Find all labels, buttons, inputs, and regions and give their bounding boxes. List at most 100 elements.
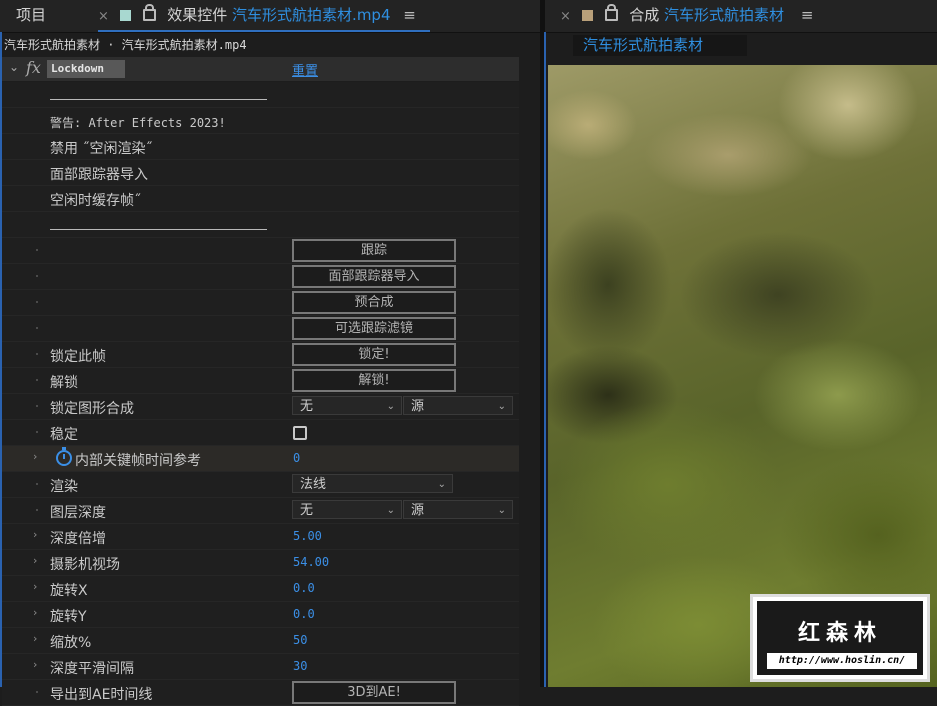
- param-label: 缩放%: [50, 635, 92, 651]
- lock-icon[interactable]: [605, 4, 619, 21]
- lock-shape-select-2[interactable]: 源 ⌄: [403, 396, 513, 415]
- param-row: 锁定此帧 锁定!: [2, 342, 519, 368]
- chevron-down-icon: ⌄: [497, 505, 506, 516]
- chevron-right-icon[interactable]: ›: [33, 528, 37, 541]
- param-row: 解锁 解锁!: [2, 368, 519, 394]
- chevron-right-icon[interactable]: ›: [33, 450, 37, 463]
- info-row: 面部跟踪器导入: [2, 160, 519, 186]
- param-value[interactable]: 30: [293, 659, 307, 673]
- optional-track-filter-button[interactable]: 可选跟踪滤镜: [292, 317, 456, 340]
- select-value: 源: [411, 399, 425, 414]
- param-value[interactable]: 54.00: [293, 555, 329, 569]
- select-value: 无: [300, 503, 314, 518]
- track-button[interactable]: 跟踪: [292, 239, 456, 262]
- lock-button[interactable]: 锁定!: [292, 343, 456, 366]
- chevron-down-icon: ⌄: [386, 505, 395, 516]
- param-value[interactable]: 0.0: [293, 607, 315, 621]
- effect-header: ⌄ fx Lockdown 重置: [2, 57, 519, 81]
- info-row: 警告: After Effects 2023!: [2, 108, 519, 134]
- param-label: 摄影机视场: [50, 557, 120, 573]
- chevron-right-icon[interactable]: ›: [33, 606, 37, 619]
- lock-shape-select-1[interactable]: 无 ⌄: [292, 396, 402, 415]
- panel-menu-icon[interactable]: ≡: [403, 6, 416, 24]
- info-text: 警告: After Effects 2023!: [50, 116, 226, 130]
- param-value[interactable]: 0.0: [293, 581, 315, 595]
- stabilize-checkbox[interactable]: [293, 426, 307, 440]
- param-label: 渲染: [50, 479, 78, 495]
- tab-effect-controls-label: 效果控件: [167, 6, 228, 24]
- param-row: 可选跟踪滤镜: [2, 316, 519, 342]
- separator-line: [50, 229, 267, 230]
- param-value[interactable]: 0: [293, 451, 300, 465]
- param-row: 导出到AE时间线 3D到AE!: [2, 680, 519, 706]
- close-icon[interactable]: ×: [98, 9, 109, 24]
- param-label: 锁定此帧: [50, 349, 106, 365]
- comp-name: 汽车形式航拍素材: [664, 6, 785, 24]
- layer-depth-select-2[interactable]: 源 ⌄: [403, 500, 513, 519]
- param-label: 图层深度: [50, 505, 106, 521]
- param-label: 旋转X: [50, 583, 88, 599]
- tab-project[interactable]: 项目: [16, 0, 46, 32]
- param-row: › 摄影机视场 54.00: [2, 550, 519, 576]
- unlock-button[interactable]: 解锁!: [292, 369, 456, 392]
- fx-toggle-icon[interactable]: fx: [26, 58, 41, 77]
- param-label: 稳定: [50, 427, 78, 443]
- info-row: 禁用 ˝空闲渲染˝: [2, 134, 519, 160]
- info-text: 禁用 ˝空闲渲染˝: [50, 141, 153, 157]
- param-row: › 旋转Y 0.0: [2, 602, 519, 628]
- chevron-right-icon[interactable]: ›: [33, 580, 37, 593]
- param-row: › 内部关键帧时间参考 0: [2, 446, 519, 472]
- info-text: 面部跟踪器导入: [50, 167, 148, 183]
- chevron-down-icon: ⌄: [386, 401, 395, 412]
- tab-effect-controls[interactable]: × 效果控件 汽车形式航拍素材.mp4 ≡: [98, 0, 416, 32]
- chevron-down-icon: ⌄: [437, 479, 446, 490]
- panel-menu-icon[interactable]: ≡: [801, 6, 814, 24]
- separator-row: [2, 212, 519, 238]
- watermark-brand: 红森林: [797, 621, 882, 646]
- param-label: 解锁: [50, 375, 78, 391]
- breadcrumb: 汽车形式航拍素材 · 汽车形式航拍素材.mp4: [4, 38, 247, 52]
- param-label: 旋转Y: [50, 609, 87, 625]
- label-color-swatch-icon: [119, 10, 131, 21]
- face-tracker-import-button[interactable]: 面部跟踪器导入: [292, 265, 456, 288]
- separator-row: [2, 82, 519, 108]
- precompose-button[interactable]: 预合成: [292, 291, 456, 314]
- lock-icon[interactable]: [143, 4, 157, 21]
- export-3d-button[interactable]: 3D到AE!: [292, 681, 456, 704]
- chevron-right-icon[interactable]: ›: [33, 632, 37, 645]
- param-row: › 深度平滑间隔 30: [2, 654, 519, 680]
- param-row: 稳定: [2, 420, 519, 446]
- chevron-down-icon[interactable]: ⌄: [9, 60, 19, 74]
- active-tab-indicator: [98, 30, 430, 32]
- chevron-right-icon[interactable]: ›: [33, 554, 37, 567]
- chevron-right-icon[interactable]: ›: [33, 658, 37, 671]
- param-row: 面部跟踪器导入: [2, 264, 519, 290]
- effects-panel-tabbar: 项目 × 效果控件 汽车形式航拍素材.mp4 ≡: [0, 0, 540, 33]
- render-select[interactable]: 法线 ⌄: [292, 474, 453, 493]
- close-icon[interactable]: ×: [560, 9, 571, 24]
- tab-project-label: 项目: [16, 6, 47, 24]
- select-value: 法线: [300, 477, 327, 492]
- param-row: › 深度倍增 5.00: [2, 524, 519, 550]
- param-row: 预合成: [2, 290, 519, 316]
- param-label: 深度平滑间隔: [50, 661, 134, 677]
- watermark-url: http://www.hoslin.cn/: [767, 653, 917, 669]
- tab-composition-label: 合成: [629, 6, 660, 24]
- param-label: 锁定图形合成: [50, 401, 134, 417]
- comp-name-tab[interactable]: 汽车形式航拍素材: [573, 35, 747, 56]
- watermark-logo: 红森林 http://www.hoslin.cn/: [750, 594, 930, 682]
- param-label: 内部关键帧时间参考: [75, 453, 201, 469]
- info-text: 空闲时缓存帧˝: [50, 193, 141, 209]
- stopwatch-icon[interactable]: [56, 447, 72, 466]
- panel-focus-border: [544, 32, 546, 687]
- chevron-down-icon: ⌄: [497, 401, 506, 412]
- layer-depth-select-1[interactable]: 无 ⌄: [292, 500, 402, 519]
- param-row: › 缩放% 50: [2, 628, 519, 654]
- clip-name: 汽车形式航拍素材.mp4: [232, 6, 391, 24]
- param-value[interactable]: 5.00: [293, 529, 322, 543]
- effect-name[interactable]: Lockdown: [47, 60, 125, 78]
- reset-link[interactable]: 重置: [292, 60, 318, 79]
- tab-composition[interactable]: × 合成 汽车形式航拍素材 ≡: [560, 0, 813, 32]
- select-value: 无: [300, 399, 314, 414]
- param-value[interactable]: 50: [293, 633, 307, 647]
